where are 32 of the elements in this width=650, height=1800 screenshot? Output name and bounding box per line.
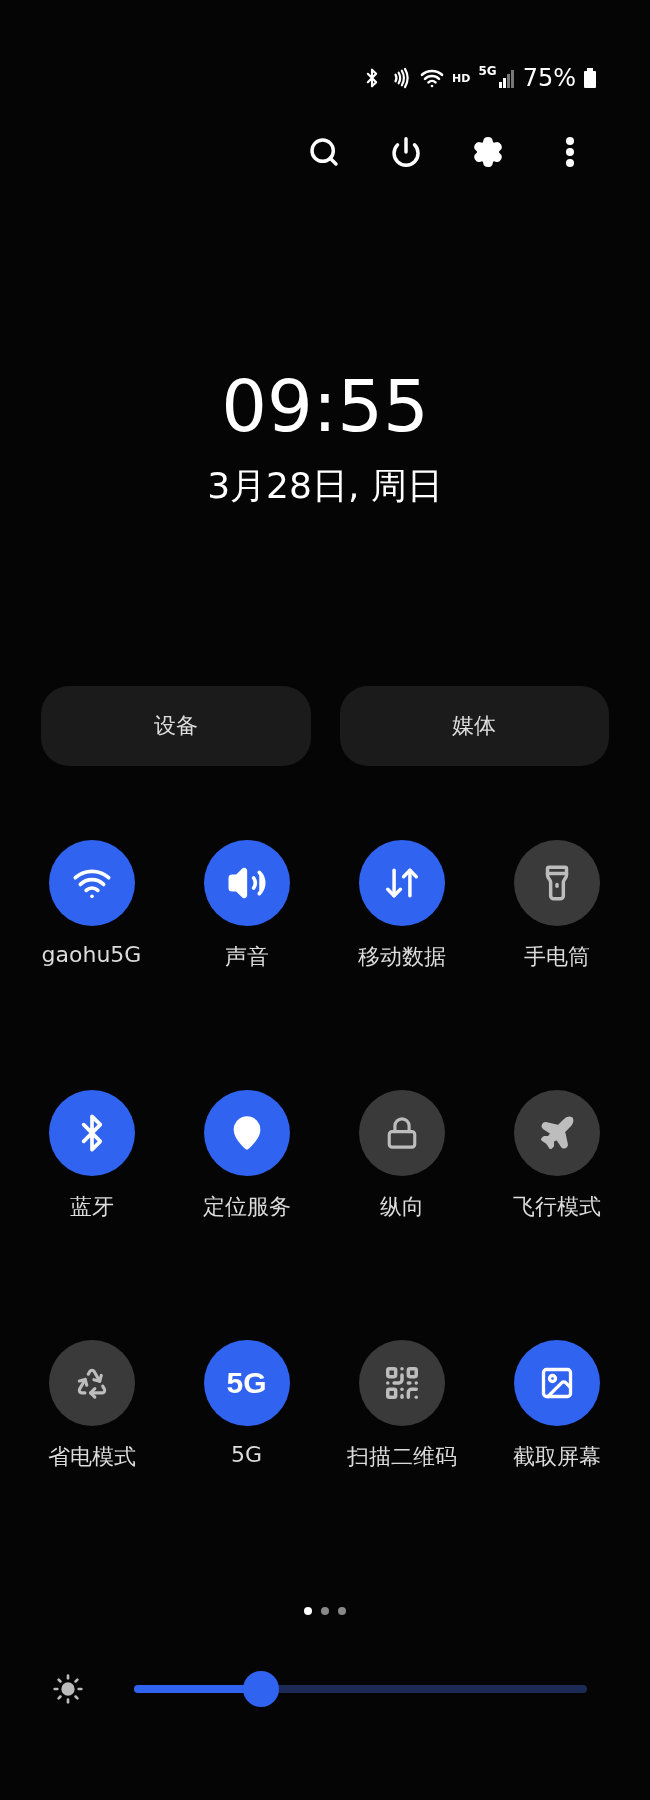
toggle-label: 纵向 bbox=[379, 1192, 424, 1221]
page-dot[interactable] bbox=[321, 1606, 329, 1615]
signal-icon bbox=[498, 68, 515, 88]
toggle-label: 定位服务 bbox=[202, 1192, 291, 1221]
panel-button[interactable]: 设备 bbox=[41, 685, 311, 766]
toggle-label: gaohu5G bbox=[41, 941, 142, 967]
clock-time: 09:55 bbox=[220, 370, 430, 442]
search-icon bbox=[308, 136, 340, 168]
settings-icon bbox=[472, 136, 504, 168]
power-icon bbox=[390, 136, 422, 168]
toggle-label: 手电筒 bbox=[523, 942, 590, 971]
toggle-button[interactable]: 5G bbox=[203, 1339, 290, 1426]
network-label: HD bbox=[452, 71, 471, 85]
toggle-label: 扫描二维码 bbox=[346, 1442, 457, 1471]
toggle-label: 声音 bbox=[224, 942, 269, 971]
toggle-label: 移动数据 bbox=[357, 942, 446, 971]
network-generation: 5G bbox=[478, 64, 497, 78]
toggle-label: 截取屏幕 bbox=[512, 1442, 601, 1471]
toggle-label: 省电模式 bbox=[47, 1442, 136, 1471]
more-icon bbox=[566, 137, 574, 167]
slider-thumb[interactable] bbox=[242, 1670, 279, 1707]
toggle-label: 飞行模式 bbox=[512, 1192, 601, 1221]
clock-date: 3月28日, 周日 bbox=[206, 466, 444, 506]
battery-percent: 75% bbox=[522, 64, 576, 92]
toggle-label: 蓝牙 bbox=[69, 1192, 114, 1221]
panel-button[interactable]: 媒体 bbox=[339, 685, 609, 766]
tile-glyph: 5G bbox=[226, 1365, 267, 1400]
battery-icon bbox=[584, 68, 596, 88]
page-dot[interactable] bbox=[338, 1606, 346, 1615]
toggle-label: 5G bbox=[230, 1441, 262, 1467]
page-dot[interactable] bbox=[304, 1606, 312, 1615]
brightness-icon bbox=[52, 1672, 84, 1705]
